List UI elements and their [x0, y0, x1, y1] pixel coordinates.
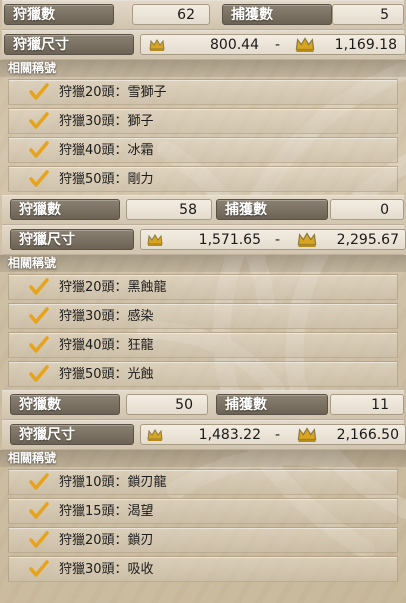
hunt-count-value: 62: [132, 4, 210, 25]
capture-count-label: 捕獲數: [216, 199, 328, 220]
hunt-capture-row: 狩獵數 62 捕獲數 5: [2, 0, 404, 30]
title-text: 狩獵50頭：剛力: [59, 172, 154, 187]
title-item[interactable]: 狩獵20頭：黑蝕龍: [8, 274, 398, 300]
title-text: 狩獵30頭：感染: [59, 309, 154, 324]
related-titles-header: 相關稱號: [0, 60, 406, 77]
related-titles-list: 狩獵20頭：雪獅子 狩獵30頭：獅子 狩獵40頭：冰霜 狩獵50頭：剛力: [0, 79, 406, 192]
title-item[interactable]: 狩獵50頭：光蝕: [8, 361, 398, 387]
title-text: 狩獵40頭：狂龍: [59, 338, 154, 353]
title-item[interactable]: 狩獵20頭：雪獅子: [8, 79, 398, 105]
hunt-size-separator: -: [275, 232, 281, 248]
related-titles-list: 狩獵10頭：鎖刃龍 狩獵15頭：渴望 狩獵20頭：鎖刃 狩獵30頭：吸收: [0, 469, 406, 582]
check-icon: [29, 278, 49, 295]
hunt-count-label: 狩獵數: [10, 199, 120, 220]
title-text: 狩獵15頭：渴望: [59, 504, 154, 519]
title-item[interactable]: 狩獵30頭：獅子: [8, 108, 398, 134]
hunt-count-value: 58: [126, 199, 212, 220]
check-icon: [29, 307, 49, 324]
hunt-size-separator: -: [275, 427, 281, 443]
title-text: 狩獵50頭：光蝕: [59, 367, 154, 382]
check-icon: [29, 83, 49, 100]
title-item[interactable]: 狩獵40頭：冰霜: [8, 137, 398, 163]
crown-icon-small: [147, 234, 163, 246]
title-text: 狩獵40頭：冰霜: [59, 143, 154, 158]
capture-count-label: 捕獲數: [216, 394, 328, 415]
check-icon: [29, 141, 49, 158]
hunt-capture-row: 狩獵數 58 捕獲數 0: [2, 195, 404, 225]
title-text: 狩獵20頭：鎖刃: [59, 533, 154, 548]
hunt-size-row: 狩獵尺寸 1,571.65 - 2,295.67: [2, 225, 406, 255]
hunt-size-min: 800.44: [210, 37, 259, 53]
crown-icon-large: [295, 37, 315, 52]
related-titles-header: 相關稱號: [0, 255, 406, 272]
capture-count-value: 11: [330, 394, 404, 415]
monster-record-2: 狩獵數 50 捕獲數 11 狩獵尺寸 1,483.22 - 2,166.50 相…: [0, 390, 406, 582]
hunt-count-value: 50: [126, 394, 208, 415]
title-item[interactable]: 狩獵30頭：吸收: [8, 556, 398, 582]
check-icon: [29, 112, 49, 129]
title-text: 狩獵10頭：鎖刃龍: [59, 475, 167, 490]
title-item[interactable]: 狩獵10頭：鎖刃龍: [8, 469, 398, 495]
title-text: 狩獵20頭：黑蝕龍: [59, 280, 167, 295]
hunt-size-min: 1,571.65: [198, 232, 261, 248]
check-icon: [29, 502, 49, 519]
check-icon: [29, 365, 49, 382]
related-titles-list: 狩獵20頭：黑蝕龍 狩獵30頭：感染 狩獵40頭：狂龍 狩獵50頭：光蝕: [0, 274, 406, 387]
monster-record-list[interactable]: 狩獵數 62 捕獲數 5 狩獵尺寸 800.44 - 1,169.18 相關稱號…: [0, 0, 406, 603]
hunt-size-value-box: 1,571.65 - 2,295.67: [140, 229, 406, 250]
capture-count-value: 5: [332, 4, 404, 25]
hunt-count-label: 狩獵數: [10, 394, 120, 415]
title-item[interactable]: 狩獵15頭：渴望: [8, 498, 398, 524]
check-icon: [29, 531, 49, 548]
crown-icon-small: [147, 429, 163, 441]
crown-icon-small: [149, 39, 165, 51]
check-icon: [29, 560, 49, 577]
related-titles-header: 相關稱號: [0, 450, 406, 467]
title-text: 狩獵30頭：吸收: [59, 562, 154, 577]
hunt-size-row: 狩獵尺寸 800.44 - 1,169.18: [2, 30, 406, 60]
hunt-size-row: 狩獵尺寸 1,483.22 - 2,166.50: [2, 420, 406, 450]
hunt-count-label: 狩獵數: [4, 4, 114, 25]
title-text: 狩獵30頭：獅子: [59, 114, 154, 129]
monster-record-1: 狩獵數 58 捕獲數 0 狩獵尺寸 1,571.65 - 2,295.67 相關…: [0, 195, 406, 387]
title-item[interactable]: 狩獵30頭：感染: [8, 303, 398, 329]
title-text: 狩獵20頭：雪獅子: [59, 85, 167, 100]
hunt-capture-row: 狩獵數 50 捕獲數 11: [2, 390, 404, 420]
hunt-size-label: 狩獵尺寸: [10, 424, 134, 445]
hunt-size-min: 1,483.22: [198, 427, 261, 443]
title-item[interactable]: 狩獵40頭：狂龍: [8, 332, 398, 358]
title-item[interactable]: 狩獵20頭：鎖刃: [8, 527, 398, 553]
check-icon: [29, 336, 49, 353]
hunt-size-label: 狩獵尺寸: [4, 34, 134, 55]
hunt-size-max: 2,166.50: [336, 427, 399, 443]
title-item[interactable]: 狩獵50頭：剛力: [8, 166, 398, 192]
hunt-size-value-box: 1,483.22 - 2,166.50: [140, 424, 406, 445]
capture-count-label: 捕獲數: [222, 4, 332, 25]
hunt-size-separator: -: [275, 37, 281, 53]
crown-icon-large: [297, 427, 317, 442]
hunt-size-max: 2,295.67: [336, 232, 399, 248]
check-icon: [29, 170, 49, 187]
capture-count-value: 0: [330, 199, 404, 220]
monster-record-0: 狩獵數 62 捕獲數 5 狩獵尺寸 800.44 - 1,169.18 相關稱號…: [0, 0, 406, 192]
hunt-size-label: 狩獵尺寸: [10, 229, 134, 250]
check-icon: [29, 473, 49, 490]
hunt-size-max: 1,169.18: [334, 37, 397, 53]
hunt-size-value-box: 800.44 - 1,169.18: [140, 34, 406, 55]
crown-icon-large: [297, 232, 317, 247]
